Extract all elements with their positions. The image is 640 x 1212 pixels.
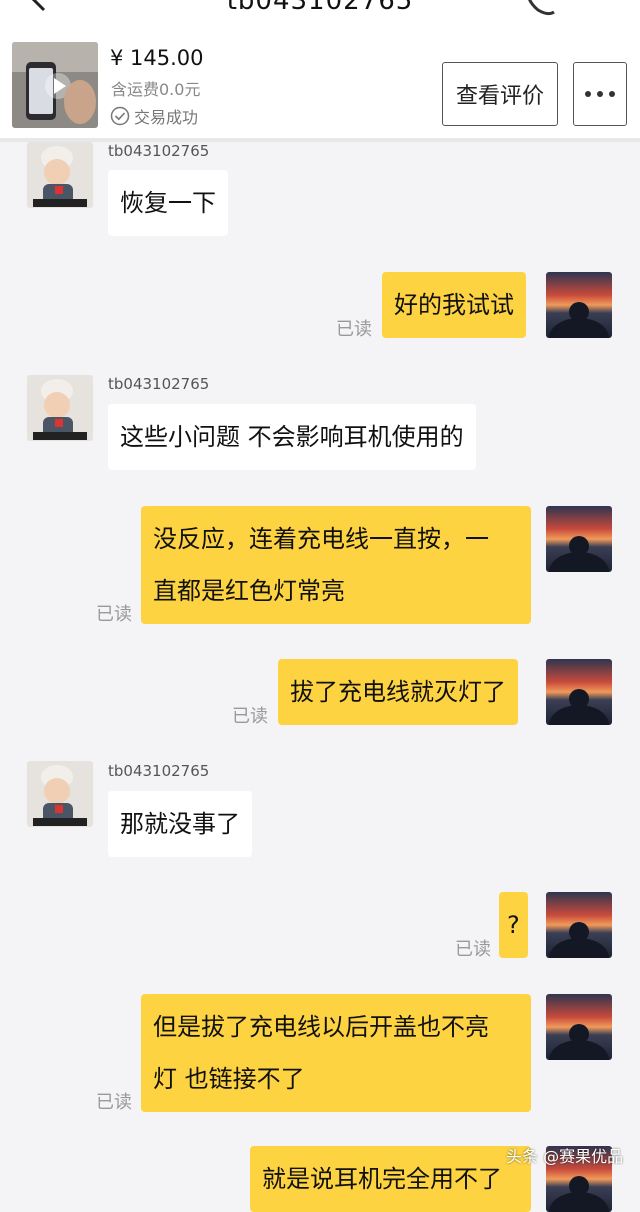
message-line: 没反应，连着充电线一直按，一 — [153, 525, 489, 553]
incoming-message-bubble[interactable]: 这些小问题 不会影响耳机使用的 — [108, 404, 476, 470]
more-options-button[interactable] — [573, 62, 627, 126]
seller-avatar[interactable] — [27, 142, 93, 208]
incoming-message-bubble[interactable]: 那就没事了 — [108, 791, 252, 857]
outgoing-message-bubble[interactable]: 但是拔了充电线以后开盖也不亮 灯 也链接不了 — [141, 994, 531, 1112]
trade-status-label: 交易成功 — [134, 108, 199, 127]
my-avatar[interactable] — [546, 272, 612, 338]
seller-avatar[interactable] — [27, 761, 93, 827]
message-line: 灯 也链接不了 — [153, 1065, 305, 1093]
watermark: 头条 @赛果优品 — [506, 1147, 624, 1166]
read-receipt: 已读 — [336, 319, 372, 340]
my-avatar[interactable] — [546, 892, 612, 958]
product-price: ¥ 145.00 — [110, 46, 204, 70]
check-circle-icon — [110, 106, 130, 126]
phone-icon[interactable] — [520, 0, 560, 18]
outgoing-message-bubble[interactable]: 就是说耳机完全用不了 — [250, 1146, 531, 1212]
order-product-card[interactable]: ¥ 145.00 含运费0.0元 交易成功 查看评价 — [0, 30, 640, 138]
read-receipt: 已读 — [96, 604, 132, 625]
outgoing-message-bubble[interactable]: 拔了充电线就灭灯了 — [278, 659, 518, 725]
read-receipt: 已读 — [232, 706, 268, 727]
shipping-fee: 含运费0.0元 — [111, 80, 201, 99]
my-avatar[interactable] — [546, 506, 612, 572]
read-receipt: 已读 — [455, 939, 491, 960]
top-navigation-bar: tb043102765 — [0, 0, 640, 30]
incoming-message-bubble[interactable]: 恢复一下 — [108, 170, 228, 236]
outgoing-message-bubble[interactable]: 没反应，连着充电线一直按，一 直都是红色灯常亮 — [141, 506, 531, 624]
sender-name: tb043102765 — [108, 375, 210, 393]
seller-avatar[interactable] — [27, 375, 93, 441]
product-thumbnail[interactable] — [12, 42, 98, 128]
trade-status: 交易成功 — [110, 104, 198, 128]
sender-name: tb043102765 — [108, 762, 210, 780]
outgoing-message-bubble[interactable]: ? — [499, 892, 528, 958]
outgoing-message-bubble[interactable]: 好的我试试 — [382, 272, 526, 338]
read-receipt: 已读 — [96, 1092, 132, 1113]
message-line: 直都是红色灯常亮 — [153, 577, 345, 605]
my-avatar[interactable] — [546, 994, 612, 1060]
divider — [0, 138, 640, 142]
message-line: 但是拔了充电线以后开盖也不亮 — [153, 1013, 489, 1041]
sender-name: tb043102765 — [108, 142, 210, 160]
more-dots-icon — [585, 91, 615, 97]
view-review-button[interactable]: 查看评价 — [442, 62, 558, 126]
my-avatar[interactable] — [546, 659, 612, 725]
